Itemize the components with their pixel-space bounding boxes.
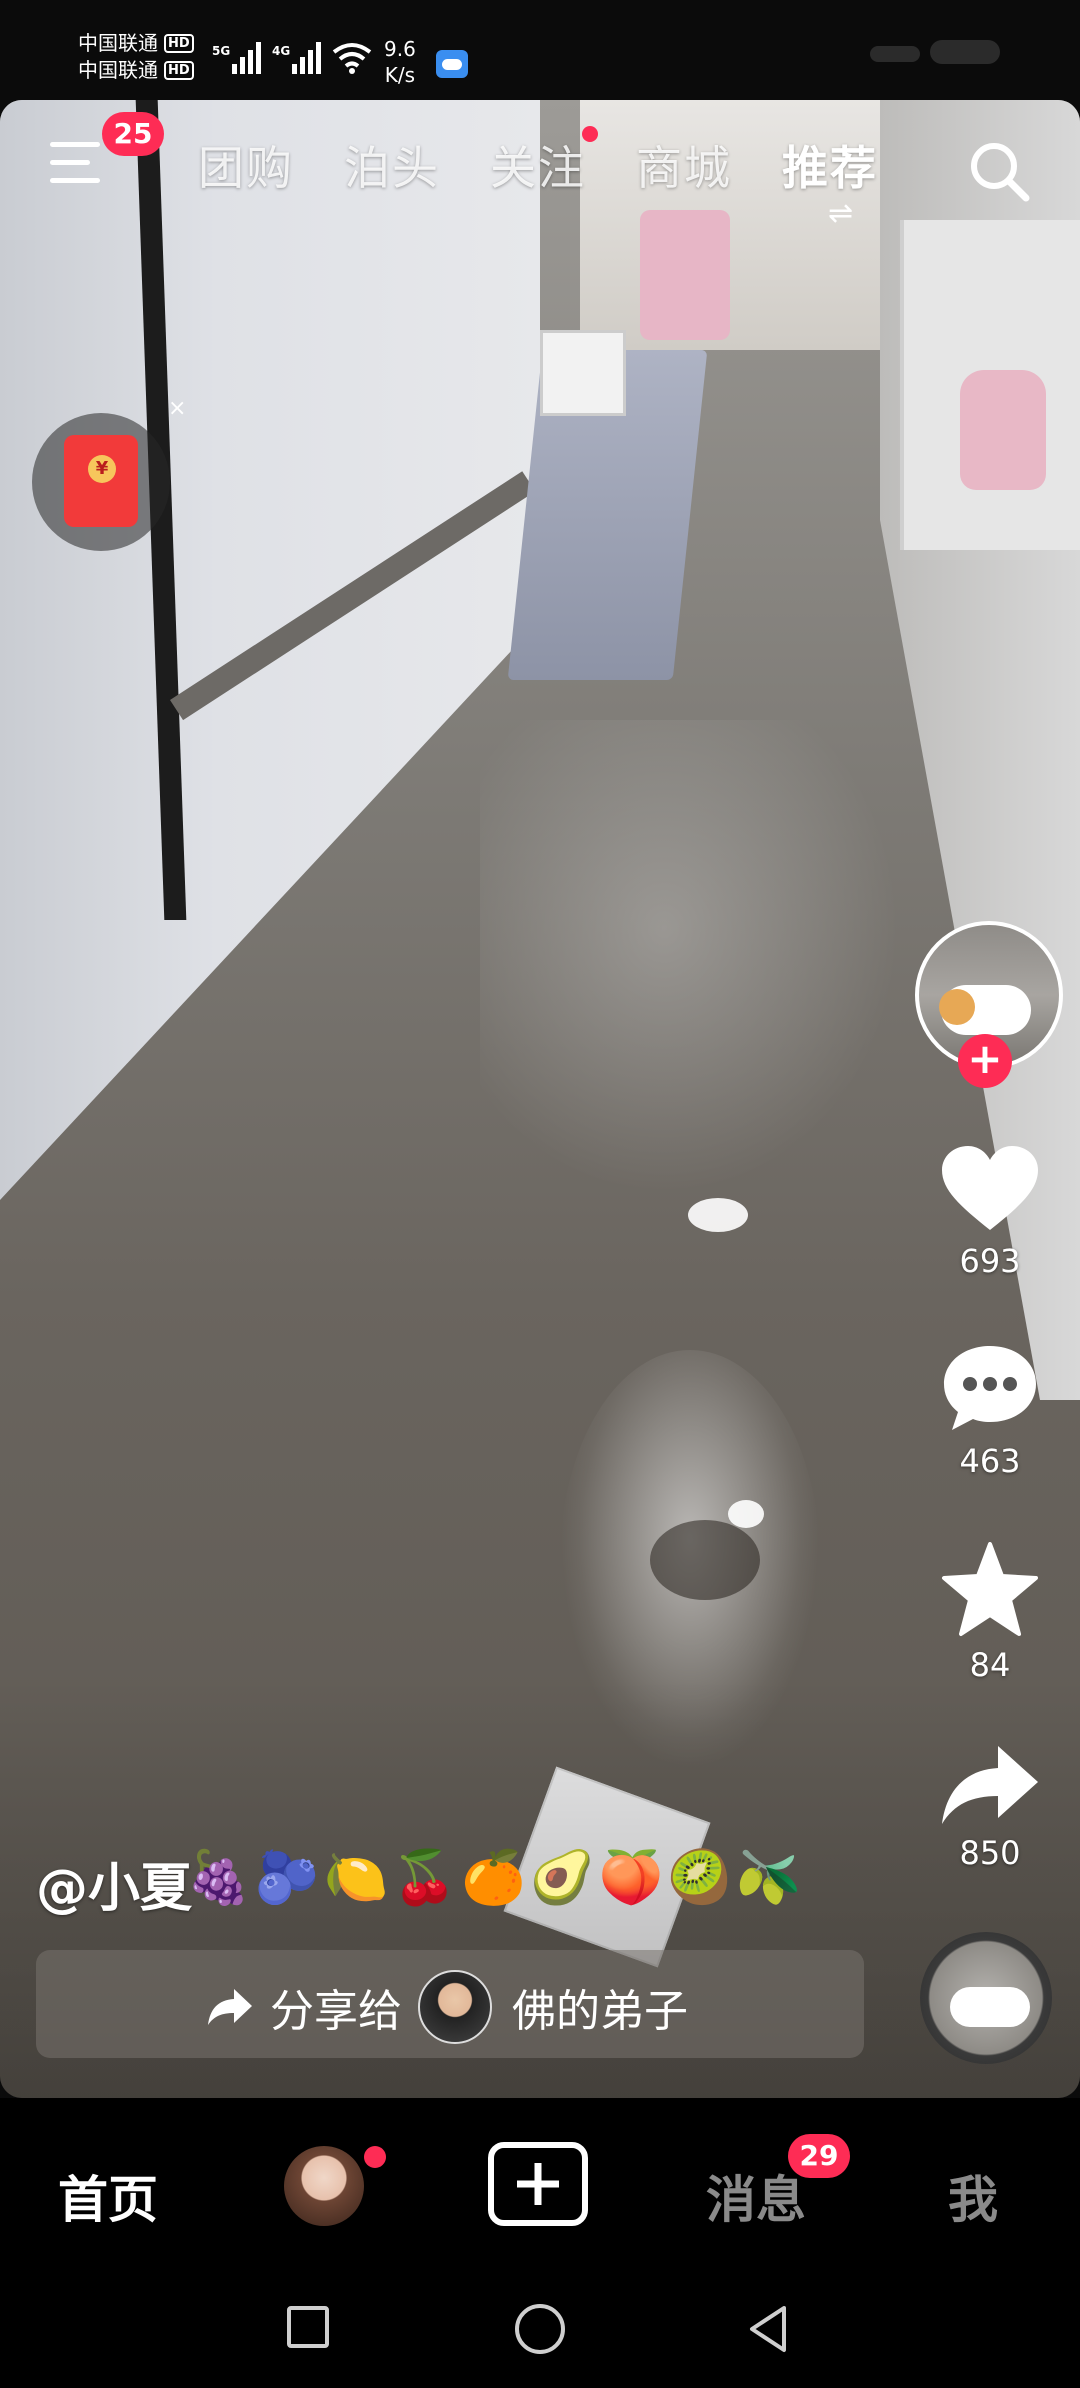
- speed-value: 9.6: [384, 37, 416, 61]
- friends-dot: [364, 2146, 386, 2168]
- favorite-count: 84: [969, 1646, 1011, 1684]
- like-count: 693: [959, 1242, 1021, 1280]
- create-post-button[interactable]: [488, 2142, 588, 2226]
- comment-icon: [944, 1346, 1036, 1430]
- heart-icon: [942, 1146, 1038, 1230]
- network-speed: 9.6 K/s: [384, 36, 416, 88]
- comment-count: 463: [959, 1442, 1021, 1480]
- network-type-2: 4G: [272, 44, 291, 58]
- scene-pink-stool: [640, 210, 730, 340]
- signal-icon-1: [232, 42, 261, 74]
- scene-kettle: [960, 370, 1046, 490]
- nav-messages[interactable]: 消息: [706, 2160, 806, 2232]
- close-icon[interactable]: ×: [168, 396, 186, 421]
- system-nav-bar: [0, 2278, 1080, 2388]
- cloud-icon: [436, 50, 468, 78]
- recipient-name: 佛的弟子: [512, 1986, 688, 2037]
- red-envelope-icon: ¥: [64, 435, 138, 527]
- messages-badge: 29: [788, 2134, 850, 2178]
- home-icon[interactable]: [515, 2304, 565, 2354]
- caption-emojis: 🍇🫐🍋🍒🍊🥑🍑🥝🫒: [186, 1848, 805, 1908]
- status-bar: 中国联通 HD 中国联通 HD 5G 4G 9.6 K/s: [0, 0, 1080, 100]
- wifi-icon: [332, 43, 372, 74]
- nav-friends-avatar[interactable]: [284, 2146, 364, 2226]
- scene-basket: [540, 330, 626, 416]
- music-disc[interactable]: [920, 1932, 1052, 2064]
- top-tab-bar: 团购 泊头 关注 商城 推荐: [198, 126, 878, 198]
- hd-badge-1: HD: [164, 34, 194, 53]
- video-player[interactable]: [0, 100, 1080, 2098]
- share-to-friend-bar[interactable]: 分享给 佛的弟子: [36, 1950, 864, 2058]
- share-forward-icon: [208, 1989, 252, 2025]
- carrier-name-1: 中国联通: [78, 31, 158, 55]
- speed-unit: K/s: [384, 63, 416, 87]
- red-envelope-button[interactable]: ¥: [32, 413, 170, 551]
- tab-local[interactable]: 泊头: [344, 132, 440, 198]
- tab-group-buy[interactable]: 团购: [198, 132, 294, 198]
- signal-icon-2: [292, 42, 321, 74]
- like-button[interactable]: 693: [930, 1144, 1050, 1280]
- scene-glint-1: [688, 1198, 748, 1232]
- following-dot: [582, 126, 598, 142]
- nav-home[interactable]: 首页: [58, 2160, 158, 2232]
- star-icon: [942, 1542, 1038, 1636]
- nav-me[interactable]: 我: [948, 2160, 998, 2232]
- disc-cat-image: [950, 1987, 1030, 2027]
- bottom-nav-bar: 首页 消息 29 我: [0, 2098, 1080, 2278]
- scene-glint-2: [728, 1500, 764, 1528]
- scene-water-sheen: [480, 720, 940, 1240]
- recent-apps-icon[interactable]: [287, 2306, 329, 2348]
- recipient-avatar: [418, 1970, 492, 2044]
- share-arrow-icon: [942, 1746, 1038, 1824]
- follow-button[interactable]: +: [958, 1034, 1012, 1088]
- tab-recommend[interactable]: 推荐: [782, 132, 878, 198]
- swap-arrows-icon: ⇌: [828, 196, 854, 231]
- scene-puddle: [650, 1520, 760, 1600]
- back-icon[interactable]: [744, 2304, 794, 2354]
- search-icon[interactable]: [964, 136, 1034, 206]
- network-type-1: 5G: [212, 44, 231, 58]
- menu-badge: 25: [102, 112, 164, 156]
- tab-following-label: 关注: [490, 141, 586, 195]
- hd-badge-2: HD: [164, 61, 194, 80]
- carrier-info: 中国联通 HD 中国联通 HD: [78, 30, 194, 84]
- tab-following[interactable]: 关注: [490, 126, 598, 198]
- comment-button[interactable]: 463: [930, 1342, 1050, 1480]
- carrier-name-2: 中国联通: [78, 58, 158, 82]
- author-username[interactable]: @小夏: [36, 1846, 192, 1921]
- share-button[interactable]: 850: [930, 1742, 1050, 1872]
- tab-mall[interactable]: 商城: [636, 132, 732, 198]
- share-to-label: 分享给: [270, 1986, 402, 2037]
- yuan-coin: ¥: [88, 455, 116, 483]
- menu-button[interactable]: [50, 140, 106, 190]
- share-count: 850: [959, 1834, 1021, 1872]
- status-right-icons: [870, 40, 1010, 64]
- favorite-button[interactable]: 84: [930, 1542, 1050, 1684]
- cat-patch: [939, 989, 975, 1025]
